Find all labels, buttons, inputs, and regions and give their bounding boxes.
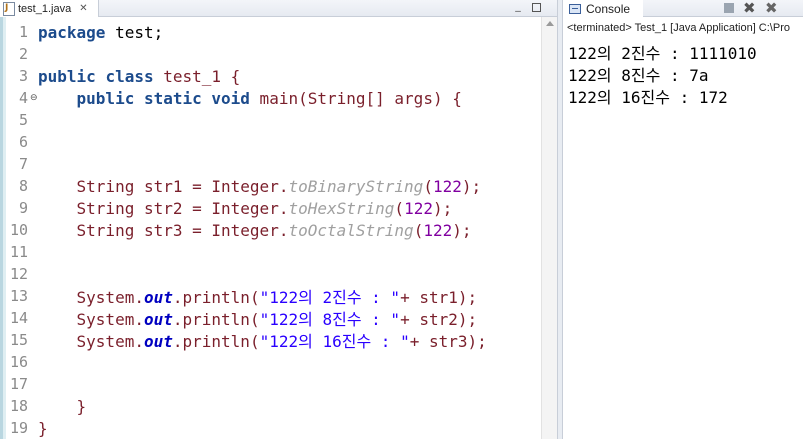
- code-line: 2: [0, 43, 541, 65]
- keyword: public: [38, 66, 96, 86]
- type-name: String: [76, 176, 135, 196]
- line-number: 12: [9, 265, 28, 283]
- number-literal: 122: [432, 176, 462, 196]
- code-line: 11: [0, 241, 541, 263]
- line-number: 8: [18, 177, 28, 195]
- method-call: toBinaryString: [288, 176, 424, 196]
- line-number: 5: [18, 111, 28, 129]
- terminate-icon[interactable]: [724, 3, 734, 13]
- code-editor[interactable]: 1 package test; 2 3 public class test_1 …: [0, 17, 557, 439]
- maximize-icon[interactable]: [532, 3, 541, 12]
- code-line: 15 System.out.println("122의 16진수 : "+ st…: [0, 329, 541, 351]
- code-line: 1 package test;: [0, 21, 541, 43]
- line-number: 3: [18, 67, 28, 85]
- code-line: 5: [0, 109, 541, 131]
- code-line: 12: [0, 263, 541, 285]
- console-pane: Console ✖ ✖ <terminated> Test_1 [Java Ap…: [563, 0, 803, 439]
- console-tab-label: Console: [586, 1, 631, 16]
- close-icon[interactable]: ✕: [79, 3, 87, 14]
- variable-decl: str1 = Integer.: [134, 176, 289, 196]
- fold-toggle-icon[interactable]: ⊖: [30, 93, 38, 103]
- line-number: 19: [9, 419, 28, 437]
- code-line: 10 String str3 = Integer.toOctalString(1…: [0, 219, 541, 241]
- line-number: 18: [9, 397, 28, 415]
- editor-scrollbar[interactable]: [541, 17, 557, 439]
- console-output-line: 122의 8진수 : 7a: [568, 66, 709, 85]
- method-call: .println(: [172, 288, 260, 307]
- java-file-icon: [3, 2, 15, 16]
- line-number: 13: [9, 287, 28, 305]
- keyword: package: [38, 22, 106, 42]
- static-field: out: [143, 332, 173, 351]
- code-line: 13 System.out.println("122의 2진수 : "+ str…: [0, 285, 541, 307]
- code-line: 3 public class test_1 {: [0, 65, 541, 87]
- string-literal: "122의 8진수 : ": [259, 310, 401, 329]
- keyword: class: [105, 66, 154, 86]
- method-call: toOctalString: [288, 220, 414, 240]
- line-number: 11: [9, 243, 28, 261]
- code-line: 16: [0, 351, 541, 373]
- method-call: .println(: [172, 310, 260, 329]
- code-line: 18 }: [0, 395, 541, 417]
- line-number: 16: [9, 353, 28, 371]
- closing-brace: }: [76, 396, 87, 416]
- method-call: .println(: [172, 332, 260, 351]
- static-field: out: [143, 310, 173, 329]
- console-status: <terminated> Test_1 [Java Application] C…: [567, 22, 790, 34]
- console-tab-bar: Console ✖ ✖: [563, 0, 803, 17]
- class-name: test_1 {: [153, 66, 241, 86]
- line-number: 2: [18, 45, 28, 63]
- static-field: out: [143, 288, 173, 307]
- line-number: 10: [9, 221, 28, 239]
- line-number: 4: [18, 89, 28, 107]
- editor-pane: test_1.java ✕ _ 1 package test; 2 3 publ…: [0, 0, 557, 439]
- code-line: 19 }: [0, 417, 541, 439]
- minimize-icon[interactable]: _: [511, 0, 525, 15]
- type-name: String: [76, 198, 135, 218]
- keyword: public static void: [76, 88, 250, 108]
- string-literal: "122의 2진수 : ": [259, 288, 401, 307]
- console-icon: [569, 3, 581, 14]
- line-number: 7: [18, 155, 28, 173]
- class-ref: System.: [76, 332, 144, 351]
- code-line: 4 ⊖ public static void main(String[] arg…: [0, 87, 541, 109]
- console-output-line: 122의 2진수 : 1111010: [568, 44, 757, 63]
- remove-all-terminated-icon[interactable]: ✖: [765, 0, 778, 17]
- package-name: test;: [105, 22, 164, 42]
- method-call: toHexString: [288, 198, 395, 218]
- expression: + str3);: [409, 332, 487, 351]
- code-line: 14 System.out.println("122의 8진수 : "+ str…: [0, 307, 541, 329]
- closing-brace: }: [38, 418, 48, 438]
- expression: + str2);: [400, 310, 478, 329]
- code-line: 6: [0, 131, 541, 153]
- code-line: 17: [0, 373, 541, 395]
- line-number: 1: [18, 23, 28, 41]
- line-number: 15: [9, 331, 28, 349]
- variable-decl: str2 = Integer.: [134, 198, 289, 218]
- code-line: 8 String str1 = Integer.toBinaryString(1…: [0, 175, 541, 197]
- line-number: 6: [18, 133, 28, 151]
- code-line: 7: [0, 153, 541, 175]
- code-line: 9 String str2 = Integer.toHexString(122)…: [0, 197, 541, 219]
- number-literal: 122: [423, 220, 453, 240]
- string-literal: "122의 16진수 : ": [259, 332, 410, 351]
- class-ref: System.: [76, 288, 144, 307]
- number-literal: 122: [404, 198, 433, 218]
- line-number: 9: [18, 199, 28, 217]
- editor-tab-label: test_1.java: [18, 2, 72, 15]
- scroll-up-icon[interactable]: [546, 21, 554, 26]
- method-signature: main(String[] args) {: [249, 88, 462, 108]
- console-tab[interactable]: Console: [563, 0, 643, 17]
- type-name: String: [76, 220, 135, 240]
- variable-decl: str3 = Integer.: [134, 220, 289, 240]
- remove-launch-icon[interactable]: ✖: [743, 0, 756, 17]
- editor-tab-test-1-java[interactable]: test_1.java ✕: [0, 0, 99, 17]
- expression: + str1);: [400, 288, 478, 307]
- console-output-line: 122의 16진수 : 172: [568, 88, 728, 107]
- class-ref: System.: [76, 310, 144, 329]
- line-number: 17: [9, 375, 28, 393]
- line-number: 14: [9, 309, 28, 327]
- editor-tab-bar: test_1.java ✕ _: [0, 0, 557, 17]
